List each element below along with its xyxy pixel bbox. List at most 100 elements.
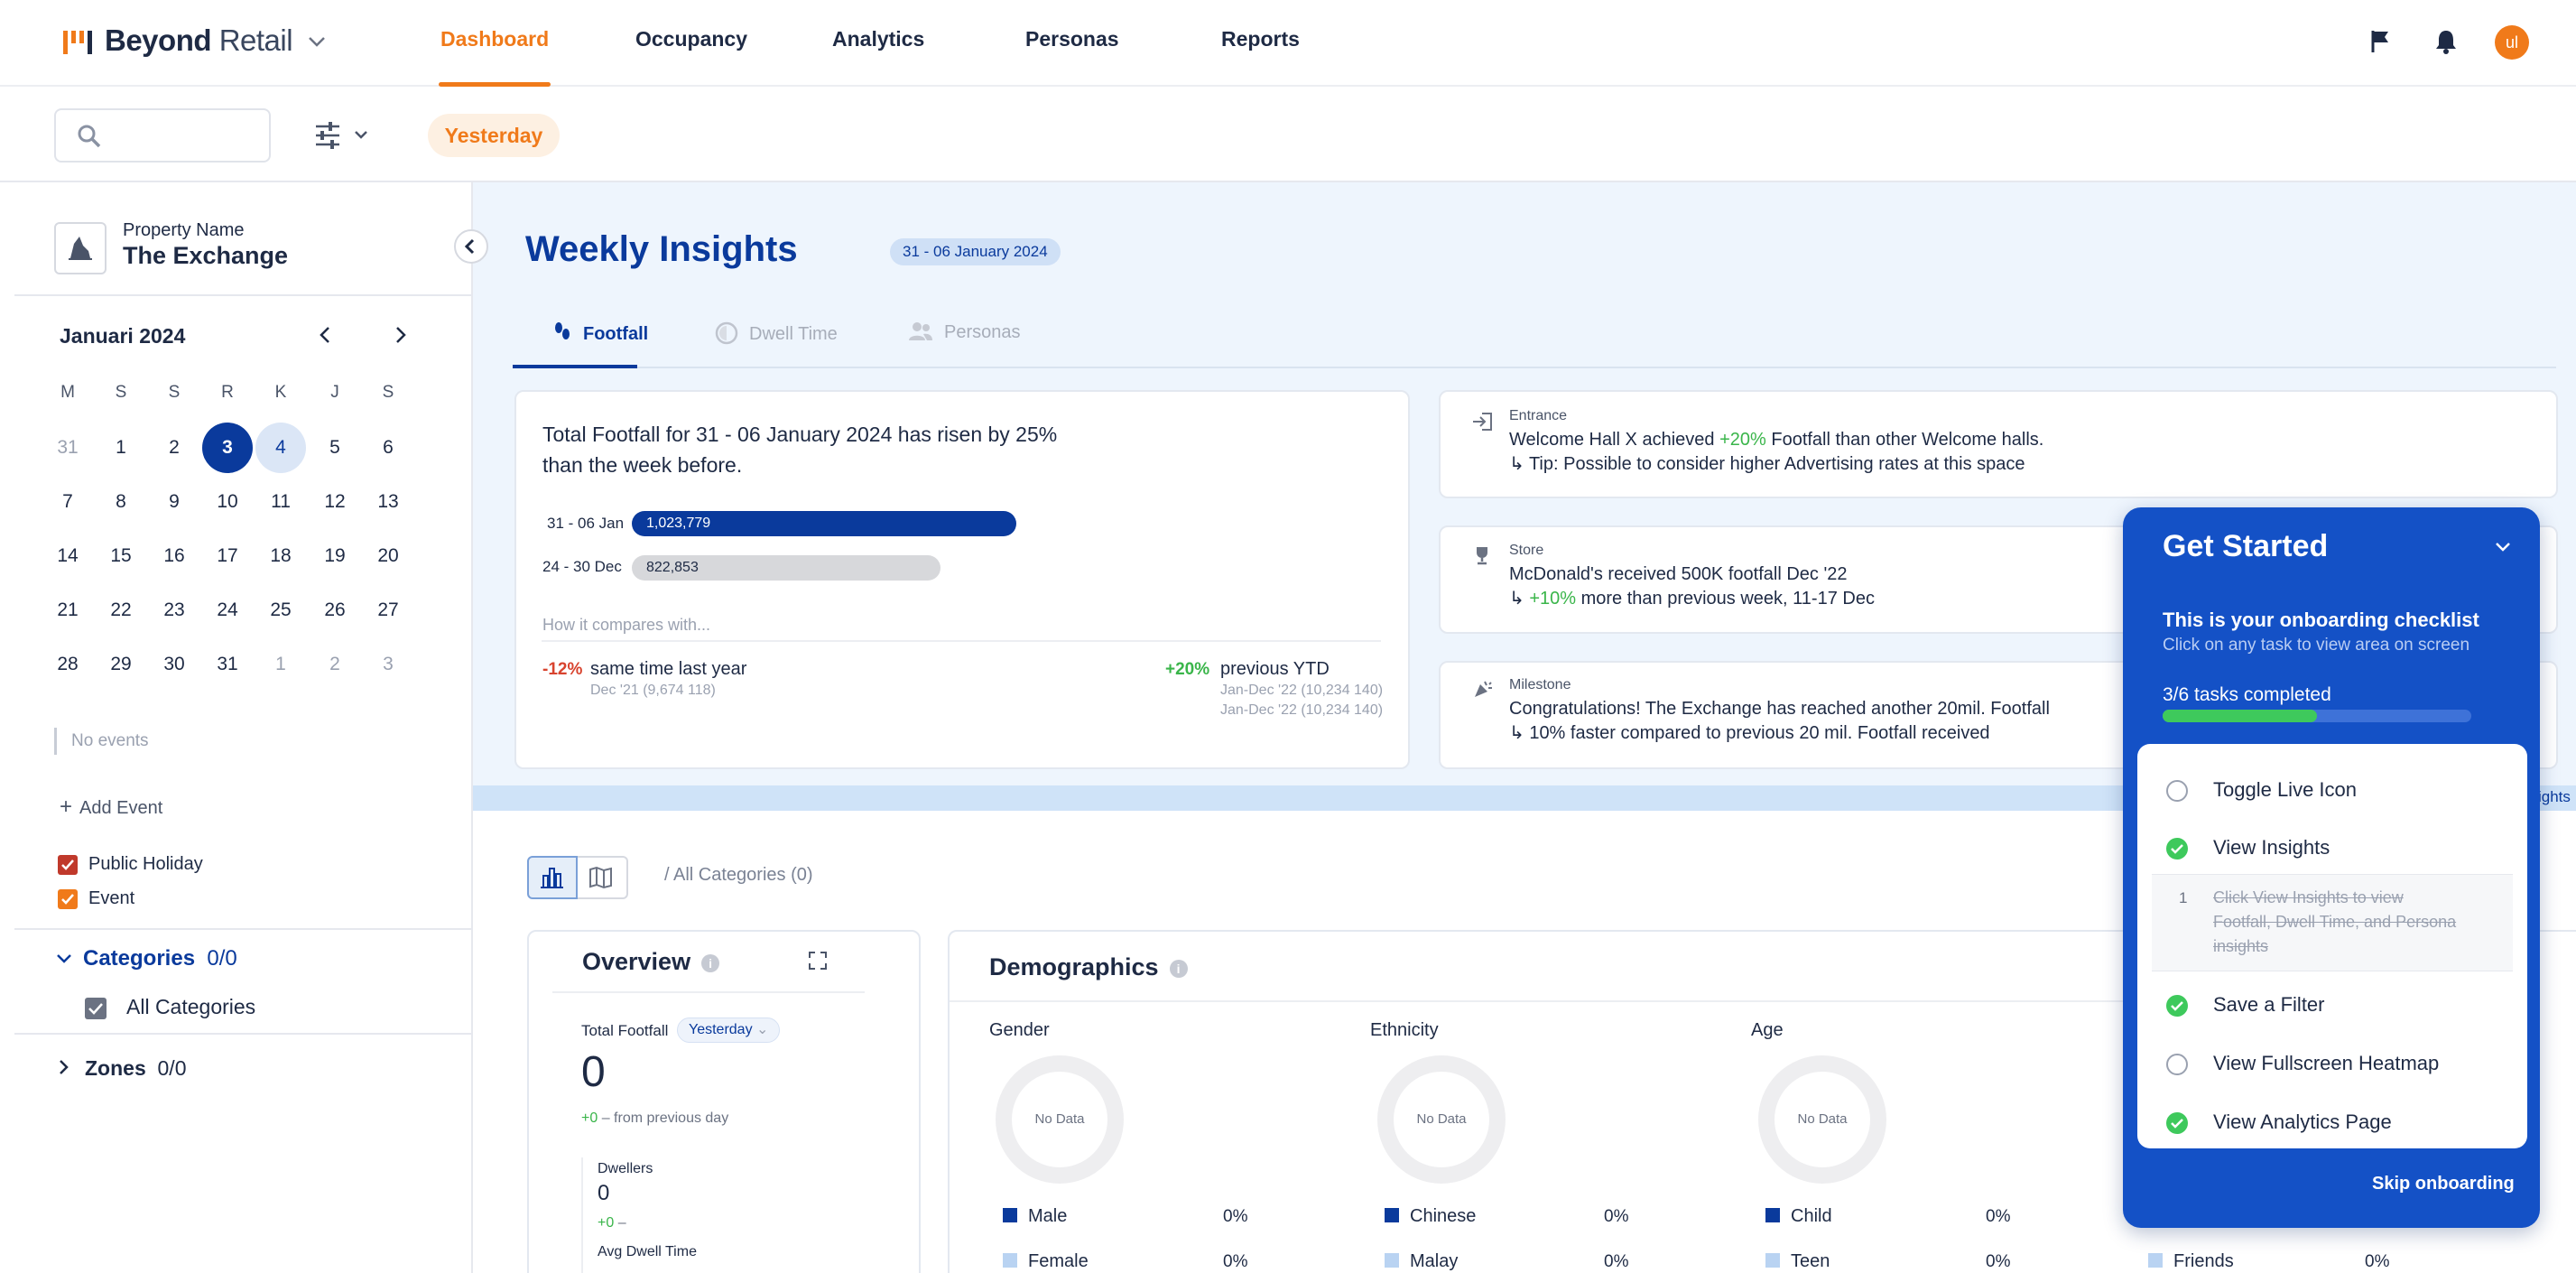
- calendar-day[interactable]: 16: [149, 531, 199, 581]
- footfall-change: +0 – from previous day: [581, 1110, 729, 1126]
- calendar-day[interactable]: 24: [202, 585, 253, 636]
- age-donut: No Data: [1758, 1055, 1886, 1184]
- tab-personas[interactable]: Personas: [908, 321, 1021, 343]
- teen-percentage: 0%: [1986, 1252, 2011, 1271]
- calendar-day[interactable]: 23: [149, 585, 199, 636]
- map-view-button[interactable]: [578, 856, 628, 899]
- divider: [581, 1157, 583, 1273]
- calendar-day[interactable]: 31: [202, 639, 253, 690]
- property-label: Property Name: [123, 220, 245, 240]
- task-save-filter[interactable]: Save a Filter: [2137, 979, 2527, 1033]
- search-input[interactable]: [54, 108, 271, 163]
- ethnicity-heading: Ethnicity: [1370, 1020, 1439, 1040]
- calendar-day[interactable]: 7: [42, 477, 93, 527]
- filter-settings-button[interactable]: [312, 119, 375, 152]
- nav-reports[interactable]: Reports: [1221, 27, 1300, 51]
- calendar-day[interactable]: 8: [96, 477, 146, 527]
- calendar-day[interactable]: 25: [255, 585, 306, 636]
- zones-toggle[interactable]: Zones 0/0: [58, 1056, 187, 1081]
- calendar-day[interactable]: 29: [96, 639, 146, 690]
- calendar-day[interactable]: 21: [42, 585, 93, 636]
- view-insights-link[interactable]: ights: [2538, 788, 2571, 806]
- chevron-left-icon[interactable]: [312, 321, 339, 348]
- categories-toggle[interactable]: Categories 0/0: [56, 946, 237, 971]
- users-icon: [909, 322, 932, 340]
- calendar-day[interactable]: 9: [149, 477, 199, 527]
- left-sidebar: Property Name The Exchange Januari 2024 …: [0, 182, 505, 1273]
- legend-event[interactable]: Event: [58, 888, 134, 909]
- calendar-day[interactable]: 17: [202, 531, 253, 581]
- divider: [552, 991, 865, 993]
- info-icon[interactable]: i: [1169, 959, 1188, 978]
- nav-dashboard[interactable]: Dashboard: [440, 27, 549, 51]
- friends-percentage: 0%: [2365, 1252, 2390, 1271]
- footfall-summary-text: Total Footfall for 31 - 06 January 2024 …: [542, 423, 1058, 477]
- calendar-day[interactable]: 3: [202, 423, 253, 473]
- task-toggle-live-icon[interactable]: Toggle Live Icon: [2137, 764, 2527, 818]
- subtask-view-insights[interactable]: 1 Click View Insights to view Footfall, …: [2152, 874, 2513, 971]
- bell-icon[interactable]: [2432, 27, 2460, 56]
- calendar-day[interactable]: 3: [363, 639, 413, 690]
- calendar-day[interactable]: 12: [310, 477, 360, 527]
- malay-percentage: 0%: [1604, 1252, 1629, 1271]
- checkbox-icon: [58, 854, 78, 875]
- calendar-day[interactable]: 2: [149, 423, 199, 473]
- divider: [14, 928, 505, 930]
- clock-icon: [715, 321, 738, 345]
- collapse-sidebar-button[interactable]: [454, 229, 488, 264]
- info-icon[interactable]: i: [701, 953, 720, 972]
- nav-occupancy[interactable]: Occupancy: [635, 27, 747, 51]
- all-categories-checkbox[interactable]: All Categories: [85, 995, 255, 1019]
- tab-footfall[interactable]: Footfall: [552, 321, 648, 345]
- calendar-day[interactable]: 18: [255, 531, 306, 581]
- expand-icon[interactable]: [807, 950, 829, 971]
- brand-name[interactable]: Beyond Retail: [105, 23, 293, 58]
- calendar-day[interactable]: 15: [96, 531, 146, 581]
- task-view-analytics-page[interactable]: View Analytics Page: [2137, 1096, 2527, 1150]
- calendar-day[interactable]: 20: [363, 531, 413, 581]
- tab-dwell-time[interactable]: Dwell Time: [715, 321, 838, 345]
- yoy-delta: -12%: [542, 660, 583, 679]
- calendar-day[interactable]: 2: [310, 639, 360, 690]
- female-percentage: 0%: [1223, 1252, 1248, 1271]
- calendar-day[interactable]: 19: [310, 531, 360, 581]
- calendar-day[interactable]: 22: [96, 585, 146, 636]
- calendar-day[interactable]: 28: [42, 639, 93, 690]
- nav-analytics[interactable]: Analytics: [832, 27, 924, 51]
- calendar-day[interactable]: 13: [363, 477, 413, 527]
- chinese-percentage: 0%: [1604, 1207, 1629, 1226]
- user-avatar[interactable]: ul: [2495, 25, 2529, 60]
- legend-male: Male: [1003, 1206, 1067, 1227]
- calendar-day[interactable]: 1: [255, 639, 306, 690]
- weekday-label: S: [382, 383, 394, 402]
- date-filter-chip[interactable]: Yesterday: [428, 114, 560, 157]
- chart-view-button[interactable]: [527, 856, 578, 899]
- calendar-day[interactable]: 4: [255, 423, 306, 473]
- calendar-day[interactable]: 6: [363, 423, 413, 473]
- no-events-text: No events: [54, 728, 149, 755]
- nav-personas[interactable]: Personas: [1025, 27, 1119, 51]
- divider: [542, 640, 1381, 642]
- skip-onboarding-link[interactable]: Skip onboarding: [2372, 1174, 2515, 1194]
- add-event-button[interactable]: + Add Event: [60, 794, 162, 820]
- chevron-right-icon[interactable]: [386, 321, 413, 348]
- calendar-day[interactable]: 31: [42, 423, 93, 473]
- gender-heading: Gender: [989, 1020, 1050, 1040]
- period-dropdown[interactable]: Yesterday ⌄: [677, 1017, 781, 1043]
- flag-icon[interactable]: [2367, 27, 2395, 56]
- property-name[interactable]: The Exchange: [123, 242, 288, 270]
- calendar-day[interactable]: 14: [42, 531, 93, 581]
- calendar-day[interactable]: 5: [310, 423, 360, 473]
- top-navigation-bar: Beyond Retail Dashboard Occupancy Analyt…: [0, 0, 2576, 87]
- calendar-day[interactable]: 10: [202, 477, 253, 527]
- calendar-day[interactable]: 1: [96, 423, 146, 473]
- calendar-day[interactable]: 26: [310, 585, 360, 636]
- chevron-down-icon[interactable]: [2491, 536, 2515, 556]
- task-view-fullscreen-heatmap[interactable]: View Fullscreen Heatmap: [2137, 1037, 2527, 1092]
- legend-public-holiday[interactable]: Public Holiday: [58, 854, 203, 875]
- calendar-day[interactable]: 30: [149, 639, 199, 690]
- calendar-day[interactable]: 27: [363, 585, 413, 636]
- chevron-down-icon[interactable]: [307, 34, 327, 49]
- calendar-day[interactable]: 11: [255, 477, 306, 527]
- task-view-insights[interactable]: View Insights: [2137, 822, 2527, 876]
